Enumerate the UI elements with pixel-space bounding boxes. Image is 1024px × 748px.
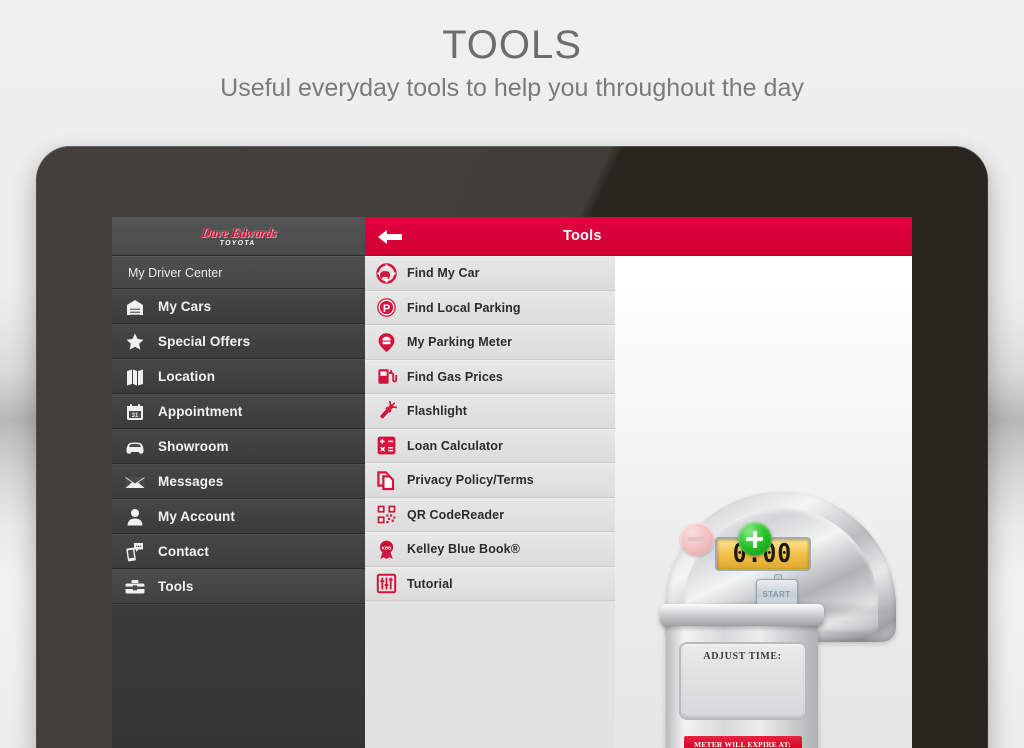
sidebar-item-label: Location [158,369,216,384]
sidebar-item-my-cars[interactable]: My Cars [112,289,365,324]
sidebar-item-special-offers[interactable]: Special Offers [112,324,365,359]
tool-detail-pane: 0:00 START ADJUST TIME: [615,256,912,748]
sidebar-item-label: My Account [158,509,236,524]
parking-meter-graphic: 0:00 START ADJUST TIME: [659,492,913,748]
tool-item-my-parking-meter[interactable]: My Parking Meter [365,325,615,360]
sidebar-section-label: My Driver Center [128,265,223,280]
increase-time-button[interactable] [737,522,772,556]
flashlight-icon [375,400,397,422]
garage-icon [124,296,146,318]
gas-pump-icon [375,366,397,388]
tablet-device-frame: Dave Edwards TOYOTA My Driver Center My … [36,146,988,748]
svg-text:31: 31 [132,413,139,419]
parking-p-icon: P [375,297,397,319]
calculator-icon [375,435,397,457]
documents-icon [375,469,397,491]
tool-item-flashlight[interactable]: Flashlight [365,394,615,429]
tool-item-label: Kelley Blue Book® [407,542,521,557]
tool-item-label: Privacy Policy/Terms [407,473,534,488]
meter-collar [659,604,824,626]
tool-item-label: Flashlight [407,404,468,419]
sidebar-item-label: Tools [158,579,194,594]
tool-item-find-local-parking[interactable]: P Find Local Parking [365,290,615,325]
content-area: Find My Car P Find Local Parking My Park… [365,256,912,748]
meter-expire-label-text: METER WILL EXPIRE AT: [694,739,791,748]
tool-item-qr-code-reader[interactable]: QR CodeReader [365,497,615,532]
parking-meter-icon [375,331,397,353]
adjust-time-panel: ADJUST TIME: [678,642,807,720]
map-icon [124,366,146,388]
sidebar-item-location[interactable]: Location [112,359,365,394]
tool-item-find-gas-prices[interactable]: Find Gas Prices [365,359,615,394]
tool-item-find-my-car[interactable]: Find My Car [365,256,615,291]
svg-text:P: P [382,303,389,315]
tool-item-privacy-policy-terms[interactable]: Privacy Policy/Terms [365,463,615,498]
sidebar-section-my-driver-center: My Driver Center [112,256,365,289]
main-panel: Tools Find My Car P Find Local Parking M… [365,217,912,748]
tool-item-label: Find Local Parking [407,300,521,315]
adjust-time-label: ADJUST TIME: [703,651,782,662]
phone-chat-icon [124,541,146,563]
meter-expire-banner: METER WILL EXPIRE AT: [683,736,802,748]
sidebar: Dave Edwards TOYOTA My Driver Center My … [112,217,365,748]
tool-item-tutorial[interactable]: Tutorial [365,566,615,601]
svg-text:KBB: KBB [381,545,391,550]
decrease-time-button[interactable] [679,522,714,556]
logo-primary-text: Dave Edwards [200,224,278,240]
calendar-icon: 31 [124,401,146,423]
envelope-icon [124,471,146,493]
tool-item-label: Tutorial [407,576,453,591]
sidebar-item-appointment[interactable]: 31 Appointment [112,394,365,429]
tool-item-label: Find My Car [407,266,480,281]
page-subtitle: Useful everyday tools to help you throug… [220,74,804,102]
toolbox-icon [124,576,146,598]
car-icon [124,436,146,458]
page-title: TOOLS [442,23,582,67]
sidebar-item-tools[interactable]: Tools [112,569,365,604]
sidebar-item-showroom[interactable]: Showroom [112,429,365,464]
sidebar-item-label: Special Offers [158,334,251,349]
tool-item-label: Find Gas Prices [407,369,503,384]
sidebar-item-label: Appointment [158,404,243,419]
tool-item-label: QR CodeReader [407,507,505,522]
tool-item-label: Loan Calculator [407,438,503,453]
top-bar-title: Tools [563,228,602,244]
sidebar-item-label: Showroom [158,439,229,454]
page-header: TOOLS Useful everyday tools to help you … [0,0,1024,103]
sidebar-item-label: Contact [158,544,209,559]
sliders-icon [375,573,397,595]
person-icon [124,506,146,528]
star-icon [124,331,146,353]
tool-item-loan-calculator[interactable]: Loan Calculator [365,428,615,463]
start-button-label: START [762,589,791,599]
tools-list: Find My Car P Find Local Parking My Park… [365,256,615,748]
qr-code-icon [375,504,397,526]
dealer-logo[interactable]: Dave Edwards TOYOTA [112,217,365,256]
sidebar-item-my-account[interactable]: My Account [112,499,365,534]
top-navigation-bar: Tools [365,217,912,256]
kbb-rosette-icon: KBB [375,538,397,560]
logo-secondary-text: TOYOTA [219,239,256,247]
tablet-screen: Dave Edwards TOYOTA My Driver Center My … [112,217,912,748]
sidebar-empty-area [112,604,365,748]
sidebar-item-label: Messages [158,474,224,489]
plus-icon-vertical [752,530,757,548]
sidebar-item-contact[interactable]: Contact [112,534,365,569]
find-my-car-icon [375,262,397,284]
sidebar-item-messages[interactable]: Messages [112,464,365,499]
tool-item-kelley-blue-book[interactable]: KBB Kelley Blue Book® [365,532,615,567]
back-arrow-icon[interactable] [377,228,405,246]
minus-icon [688,537,705,541]
tool-item-label: My Parking Meter [407,335,513,350]
sidebar-item-label: My Cars [158,299,212,314]
